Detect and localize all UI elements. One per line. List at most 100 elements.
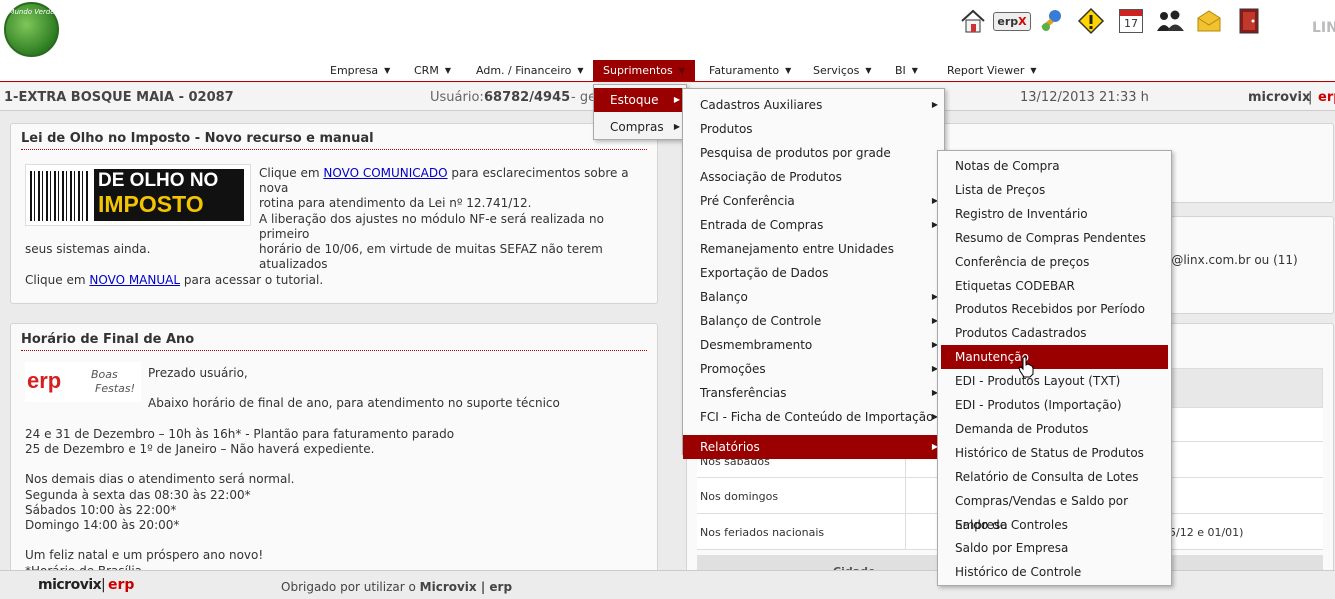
intro: Abaixo horário de final de ano, para ate…	[148, 396, 560, 410]
relatorios-submenu-item[interactable]: Saldo de Controles	[941, 513, 1168, 537]
chevron-right-icon: ▶	[673, 122, 680, 131]
footer-brand-erp: erp	[108, 577, 135, 593]
estoque-submenu-item[interactable]: Cadastros Auxiliares ▶	[683, 93, 944, 117]
estoque-submenu: Cadastros Auxiliares ▶ Produtos Pesquisa de…	[682, 88, 945, 459]
title-divider	[21, 149, 647, 150]
menu-item-label: EDI - Produtos Layout (TXT)	[955, 374, 1121, 389]
warning-icon[interactable]	[1076, 6, 1106, 36]
menu-item-label: Lista de Preços	[955, 182, 1046, 197]
tools-icon[interactable]	[1036, 6, 1066, 36]
relatorios-submenu: Notas de Compra Lista de Preços Registro d…	[937, 150, 1172, 586]
suprimentos-dropdown: Estoque ▶ Compras ▶	[593, 84, 687, 140]
relatorios-submenu-item[interactable]: Demanda de Produtos	[941, 417, 1168, 441]
text: Clique em	[25, 273, 90, 287]
calendar-icon[interactable]: 17	[1116, 6, 1146, 36]
relatorios-submenu-item[interactable]: Registro de Inventário	[941, 202, 1168, 226]
news-title: Horário de Final de Ano	[21, 332, 195, 347]
relatorios-submenu-item[interactable]: Produtos Recebidos por Período	[941, 297, 1168, 321]
menu-label: Suprimentos	[603, 64, 673, 77]
home-icon[interactable]	[958, 6, 988, 36]
menu-item-label: Etiquetas CODEBAR	[955, 278, 1075, 293]
relatorios-submenu-item[interactable]: EDI - Produtos Layout (TXT)	[941, 369, 1168, 393]
menu-item-label: Resumo de Compras Pendentes	[955, 230, 1146, 245]
relatorios-submenu-item[interactable]: Lista de Preços	[941, 178, 1168, 202]
menu-empresa[interactable]: Empresa ▼	[330, 60, 390, 81]
menu-item-estoque[interactable]: Estoque ▶	[594, 88, 686, 112]
menu-label: CRM	[414, 64, 439, 77]
estoque-submenu-item[interactable]: Transferências ▶	[683, 381, 944, 405]
menu-adm-financeiro[interactable]: Adm. / Financeiro ▼	[476, 60, 584, 81]
menu-item-compras[interactable]: Compras ▶	[594, 115, 686, 139]
estoque-submenu-item[interactable]: FCI - Ficha de Conteúdo de Importação ▶	[683, 405, 944, 429]
estoque-submenu-item[interactable]: Associação de Produtos	[683, 165, 944, 189]
relatorios-submenu-item[interactable]: Saldo por Empresa	[941, 536, 1168, 560]
menu-suprimentos[interactable]: Suprimentos ▼	[593, 60, 695, 81]
schedule-line3: Nos demais dias o atendimento será norma…	[25, 472, 295, 486]
menu-label: Report Viewer	[947, 64, 1025, 77]
relatorios-submenu-item[interactable]: Histórico de Controle	[941, 560, 1168, 584]
menu-label: Serviços	[813, 64, 860, 77]
estoque-submenu-item[interactable]: Remanejamento entre Unidades	[683, 237, 944, 261]
relatorios-submenu-item[interactable]: Relatório de Consulta de Lotes	[941, 465, 1168, 489]
estoque-submenu-item[interactable]: Relatórios ▶	[683, 435, 944, 459]
footer-brand-sep: |	[101, 577, 106, 593]
menu-item-label: Produtos Recebidos por Período	[955, 302, 1145, 317]
menu-item-label: Balanço	[700, 290, 748, 304]
mundo-verde-logo[interactable]: Mundo Verde	[4, 2, 59, 57]
text: horário de 10/06, em virtude de muitas S…	[259, 242, 603, 271]
menu-item-label: Pesquisa de produtos por grade	[700, 146, 891, 160]
row-label: Nos domingos	[700, 490, 779, 503]
mail-icon[interactable]	[1194, 6, 1224, 36]
users-icon[interactable]	[1154, 6, 1188, 36]
text: Obrigado por utilizar o	[281, 580, 420, 594]
relatorios-submenu-item[interactable]: Histórico de Status de Produtos	[941, 441, 1168, 465]
relatorios-submenu-item[interactable]: Resumo de Compras Pendentes	[941, 226, 1168, 250]
estoque-submenu-item[interactable]: Produtos	[683, 117, 944, 141]
erp-x-icon[interactable]: erpX	[993, 6, 1031, 36]
estoque-submenu-item[interactable]: Pesquisa de produtos por grade	[683, 141, 944, 165]
brand-microvix: microvix	[1248, 90, 1311, 105]
relatorios-submenu-item[interactable]: Compras/Vendas e Saldo por Empresa	[941, 489, 1168, 532]
menu-servicos[interactable]: Serviços ▼	[813, 60, 872, 81]
chevron-down-icon: ▼	[865, 66, 872, 75]
menu-item-label: Notas de Compra	[955, 159, 1060, 173]
chevron-down-icon: ▼	[444, 66, 451, 75]
menu-faturamento[interactable]: Faturamento ▼	[709, 60, 791, 81]
brand-erp: erp	[1318, 90, 1335, 105]
relatorios-submenu-item[interactable]: Etiquetas CODEBAR	[941, 274, 1168, 298]
estoque-submenu-item[interactable]: Desmembramento ▶	[683, 333, 944, 357]
estoque-submenu-item[interactable]: Balanço de Controle ▶	[683, 309, 944, 333]
title-divider	[21, 350, 647, 351]
menu-label: BI	[895, 64, 906, 77]
menu-item-label: Associação de Produtos	[700, 170, 842, 184]
de-olho-no-imposto-banner: DE OLHO NO IMPOSTO	[25, 164, 251, 226]
row-value: 5/12 e 01/01)	[1169, 526, 1244, 539]
menu-item-label: Demanda de Produtos	[955, 421, 1089, 436]
estoque-submenu-item[interactable]: Exportação de Dados	[683, 261, 944, 285]
menu-report-viewer[interactable]: Report Viewer ▼	[947, 60, 1037, 81]
logo-erp: erp	[27, 368, 62, 393]
estoque-submenu-item[interactable]: Pré Conferência ▶	[683, 189, 944, 213]
schedule-line5: Sábados 10:00 às 22:00*	[25, 503, 177, 517]
menu-item-label: Relatórios	[700, 440, 760, 454]
menu-item-label: Compras	[610, 120, 664, 134]
relatorios-submenu-item[interactable]: EDI - Produtos (Importação)	[941, 393, 1168, 417]
relatorios-submenu-item[interactable]: Conferência de preços	[941, 250, 1168, 274]
relatorios-submenu-item[interactable]: Produtos Cadastrados	[941, 321, 1168, 345]
greeting-closing: Um feliz natal e um próspero ano novo!	[25, 548, 264, 562]
exit-icon[interactable]	[1234, 6, 1264, 36]
novo-manual-link[interactable]: NOVO MANUAL	[89, 273, 180, 287]
footer-text-brand: Microvix | erp	[419, 580, 513, 594]
estoque-submenu-item[interactable]: Entrada de Compras ▶	[683, 213, 944, 237]
menu-crm[interactable]: CRM ▼	[414, 60, 451, 81]
novo-comunicado-link[interactable]: NOVO COMUNICADO	[323, 166, 447, 180]
store-name: 1-EXTRA BOSQUE MAIA - 02087	[4, 90, 234, 105]
contact-email-partial: iro@linx.com.br ou (11)	[1156, 253, 1298, 267]
menu-item-label: Exportação de Dados	[700, 266, 829, 280]
menu-bi[interactable]: BI ▼	[895, 60, 918, 81]
estoque-submenu-item[interactable]: Promoções ▶	[683, 357, 944, 381]
estoque-submenu-item[interactable]: Balanço ▶	[683, 285, 944, 309]
relatorios-submenu-item[interactable]: Notas de Compra	[941, 154, 1168, 178]
text: para acessar o tutorial.	[180, 273, 324, 287]
relatorios-submenu-item[interactable]: Manutenção	[941, 345, 1168, 370]
